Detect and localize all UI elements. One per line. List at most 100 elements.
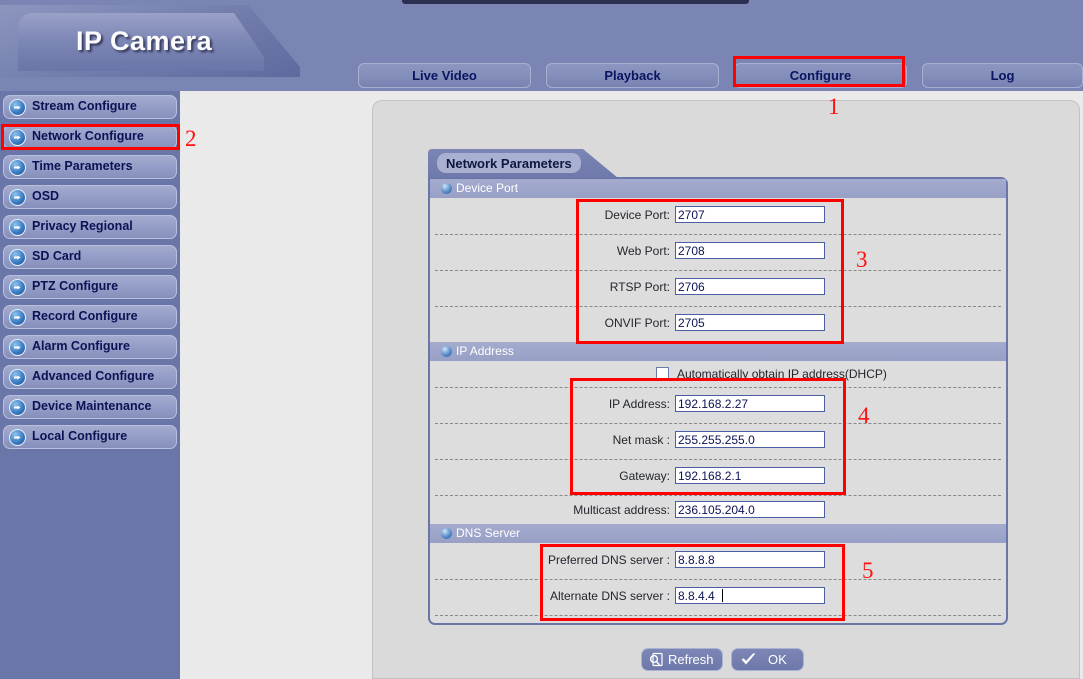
sidebar-item-label: Time Parameters (32, 159, 133, 173)
input-rtsp-port[interactable] (675, 278, 825, 295)
sidebar-item-label: Device Maintenance (32, 399, 152, 413)
label-alternate-dns: Alternate DNS server : (549, 589, 670, 603)
arrow-right-icon (9, 219, 26, 236)
label-onvif-port: ONVIF Port: (604, 316, 670, 330)
sidebar-item-device-maintenance[interactable]: Device Maintenance (3, 395, 177, 419)
sidebar-item-label: Network Configure (32, 129, 144, 143)
row-onvif-port: ONVIF Port: (430, 306, 1006, 342)
section-title: Device Port (456, 181, 519, 195)
label-dhcp: Automatically obtain IP address(DHCP) (677, 367, 887, 381)
arrow-right-icon (9, 369, 26, 386)
annotation-2: 2 (185, 126, 197, 151)
arrow-right-icon (9, 339, 26, 356)
label-gateway: Gateway: (619, 469, 670, 483)
annotation-1: 1 (828, 94, 840, 119)
sidebar-item-network-configure[interactable]: Network Configure (3, 125, 177, 149)
refresh-button-label: Refresh (668, 652, 714, 667)
arrow-right-icon (9, 99, 26, 116)
arrow-right-icon (9, 399, 26, 416)
divider (435, 615, 1001, 616)
input-ip-address[interactable] (675, 395, 825, 412)
annotation-3: 3 (856, 247, 868, 272)
checkmark-icon (740, 652, 757, 668)
row-web-port: Web Port: (430, 234, 1006, 270)
form-tab-title: Network Parameters (437, 153, 581, 173)
sidebar-item-ptz-configure[interactable]: PTZ Configure (3, 275, 177, 299)
label-ip-address: IP Address: (608, 397, 670, 411)
label-multicast-address: Multicast address: (573, 503, 670, 517)
sidebar-item-time-parameters[interactable]: Time Parameters (3, 155, 177, 179)
row-rtsp-port: RTSP Port: (430, 270, 1006, 306)
app-header: IP Camera Live Video Playback Configure … (0, 5, 1083, 91)
orb-icon (441, 528, 452, 539)
input-multicast-address[interactable] (675, 501, 825, 518)
section-header-ip-address: IP Address (430, 342, 1006, 361)
arrow-right-icon (9, 429, 26, 446)
sidebar-item-label: Local Configure (32, 429, 128, 443)
app-title: IP Camera (76, 26, 213, 56)
input-net-mask[interactable] (675, 431, 825, 448)
arrow-right-icon (9, 249, 26, 266)
sidebar-item-osd[interactable]: OSD (3, 185, 177, 209)
sidebar-item-label: Advanced Configure (32, 369, 155, 383)
orb-icon (441, 346, 452, 357)
input-preferred-dns[interactable] (675, 551, 825, 568)
sidebar-item-record-configure[interactable]: Record Configure (3, 305, 177, 329)
sidebar-item-label: PTZ Configure (32, 279, 119, 293)
tab-live-video[interactable]: Live Video (358, 63, 531, 88)
label-device-port: Device Port: (604, 208, 670, 222)
sidebar-item-sd-card[interactable]: SD Card (3, 245, 177, 269)
label-net-mask: Net mask : (612, 433, 670, 447)
input-gateway[interactable] (675, 467, 825, 484)
sidebar: Stream Configure Network Configure Time … (0, 91, 180, 679)
tab-playback[interactable]: Playback (546, 63, 719, 88)
row-gateway: Gateway: (430, 459, 1006, 495)
refresh-button[interactable]: Refresh (641, 648, 723, 671)
sidebar-item-label: Record Configure (32, 309, 138, 323)
ok-button-label: OK (768, 652, 787, 667)
sidebar-item-label: SD Card (32, 249, 82, 263)
arrow-right-icon (9, 159, 26, 176)
row-dhcp: Automatically obtain IP address(DHCP) (430, 361, 1006, 387)
sidebar-item-privacy-regional[interactable]: Privacy Regional (3, 215, 177, 239)
row-multicast-address: Multicast address: (430, 495, 1006, 524)
row-ip-address: IP Address: (430, 387, 1006, 423)
sidebar-item-label: OSD (32, 189, 60, 203)
arrow-right-icon (9, 279, 26, 296)
input-alternate-dns[interactable] (675, 587, 825, 604)
input-web-port[interactable] (675, 242, 825, 259)
sidebar-item-label: Stream Configure (32, 99, 137, 113)
annotation-5: 5 (862, 558, 874, 583)
section-header-dns-server: DNS Server (430, 524, 1006, 543)
ok-button[interactable]: OK (731, 648, 804, 671)
sidebar-item-label: Privacy Regional (32, 219, 133, 233)
section-title: IP Address (456, 344, 514, 358)
sidebar-item-advanced-configure[interactable]: Advanced Configure (3, 365, 177, 389)
sidebar-item-stream-configure[interactable]: Stream Configure (3, 95, 177, 119)
annotation-4: 4 (858, 403, 870, 428)
orb-icon (441, 183, 452, 194)
tab-configure[interactable]: Configure (734, 63, 907, 88)
label-rtsp-port: RTSP Port: (609, 280, 670, 294)
section-title: DNS Server (456, 526, 521, 540)
input-device-port[interactable] (675, 206, 825, 223)
row-net-mask: Net mask : (430, 423, 1006, 459)
label-web-port: Web Port: (616, 244, 670, 258)
tab-log[interactable]: Log (922, 63, 1083, 88)
sidebar-item-alarm-configure[interactable]: Alarm Configure (3, 335, 177, 359)
row-preferred-dns: Preferred DNS server : (430, 543, 1006, 579)
top-dark-tab-stub (402, 0, 749, 4)
sidebar-item-local-configure[interactable]: Local Configure (3, 425, 177, 449)
text-cursor (722, 589, 723, 602)
row-alternate-dns: Alternate DNS server : (430, 579, 1006, 615)
arrow-right-icon (9, 189, 26, 206)
input-onvif-port[interactable] (675, 314, 825, 331)
section-header-device-port: Device Port (430, 179, 1006, 198)
arrow-right-icon (9, 309, 26, 326)
network-parameters-panel: Device Port Device Port: Web Port: RTSP … (428, 177, 1008, 625)
sidebar-item-label: Alarm Configure (32, 339, 130, 353)
row-device-port: Device Port: (430, 198, 1006, 234)
nav-tabs: Live Video Playback Configure Log (358, 63, 1083, 89)
refresh-icon (649, 652, 665, 668)
checkbox-dhcp[interactable] (656, 367, 669, 380)
